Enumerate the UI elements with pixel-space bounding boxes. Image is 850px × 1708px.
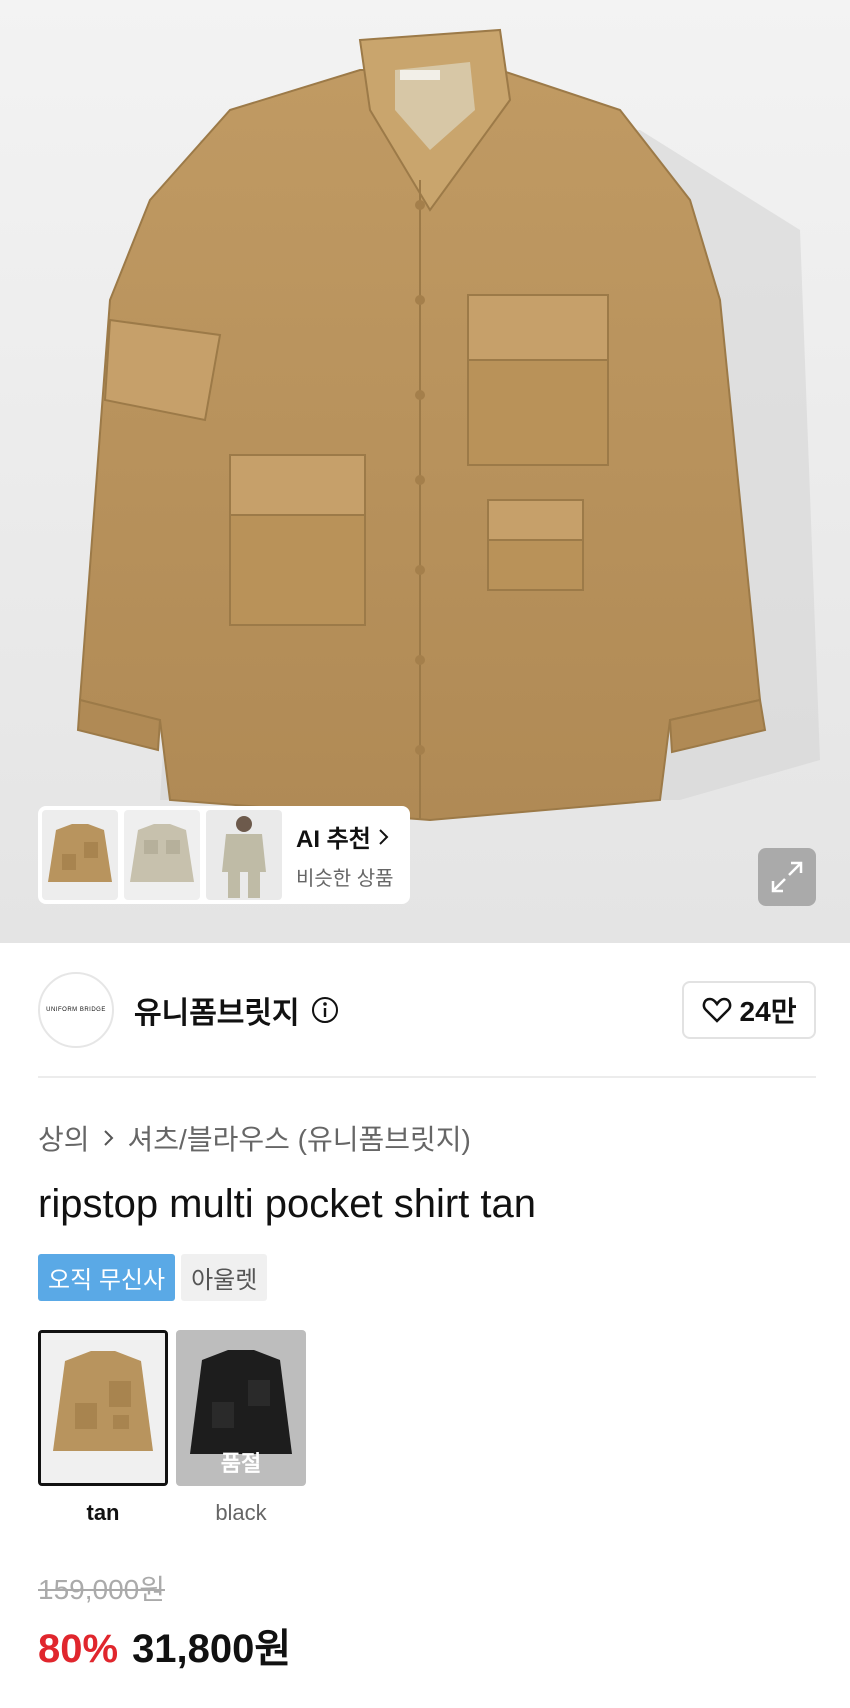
info-icon[interactable] — [310, 995, 340, 1025]
shirt-thumb-icon — [42, 810, 118, 900]
soldout-label: 품절 — [220, 1451, 262, 1476]
shirt-thumb-icon — [124, 810, 200, 900]
ai-recommend-title: AI 추천 — [296, 826, 371, 853]
price-row: 80% 31,800원 — [38, 1616, 291, 1674]
color-options: tan 품절 black — [38, 1330, 306, 1526]
chevron-right-icon — [379, 828, 389, 845]
badges: 오직 무신사 아울렛 — [38, 1254, 268, 1301]
divider — [38, 1076, 816, 1078]
brand-row: UNIFORM BRIDGE 유니폼브릿지 24만 — [38, 972, 816, 1048]
expand-icon — [771, 861, 803, 893]
ai-recommend-subtitle: 비슷한 상품 — [296, 868, 394, 890]
color-label: tan — [86, 1500, 120, 1525]
like-count: 24만 — [739, 996, 797, 1027]
color-thumb[interactable]: 품절 — [176, 1330, 306, 1486]
brand-logo[interactable]: UNIFORM BRIDGE — [38, 972, 114, 1048]
ai-recommend-card[interactable]: AI 추천 비슷한 상품 — [38, 806, 410, 904]
expand-button[interactable] — [758, 848, 816, 906]
discount-rate: 80% — [38, 1627, 119, 1671]
final-price: 31,800원 — [132, 1627, 292, 1671]
outlet-badge: 아울렛 — [181, 1254, 268, 1301]
model-thumb-icon — [206, 810, 282, 900]
product-image[interactable]: AI 추천 비슷한 상품 — [0, 0, 850, 943]
breadcrumb: 상의 셔츠/블라우스 (유니폼브릿지) — [38, 1118, 471, 1158]
original-price: 159,000원 — [38, 1574, 165, 1605]
ai-thumb-beige[interactable] — [124, 810, 200, 900]
shirt-thumb-icon — [41, 1333, 165, 1483]
shirt-illustration — [76, 28, 820, 822]
ai-thumb-model[interactable] — [206, 810, 282, 900]
exclusive-badge: 오직 무신사 — [38, 1254, 176, 1301]
breadcrumb-subcategory[interactable]: 셔츠/블라우스 (유니폼브릿지) — [128, 1118, 471, 1158]
color-option-tan[interactable]: tan — [38, 1330, 168, 1526]
ai-thumb-tan[interactable] — [42, 810, 118, 900]
breadcrumb-category[interactable]: 상의 — [38, 1118, 90, 1158]
heart-icon — [702, 997, 731, 1023]
color-option-black[interactable]: 품절 black — [176, 1330, 306, 1526]
chevron-right-icon — [103, 1130, 113, 1146]
color-thumb[interactable] — [38, 1330, 168, 1486]
color-label: black — [215, 1500, 267, 1525]
product-title: ripstop multi pocket shirt tan — [38, 1182, 536, 1226]
brand-name[interactable]: 유니폼브릿지 — [134, 988, 300, 1032]
like-button[interactable]: 24만 — [682, 981, 816, 1039]
